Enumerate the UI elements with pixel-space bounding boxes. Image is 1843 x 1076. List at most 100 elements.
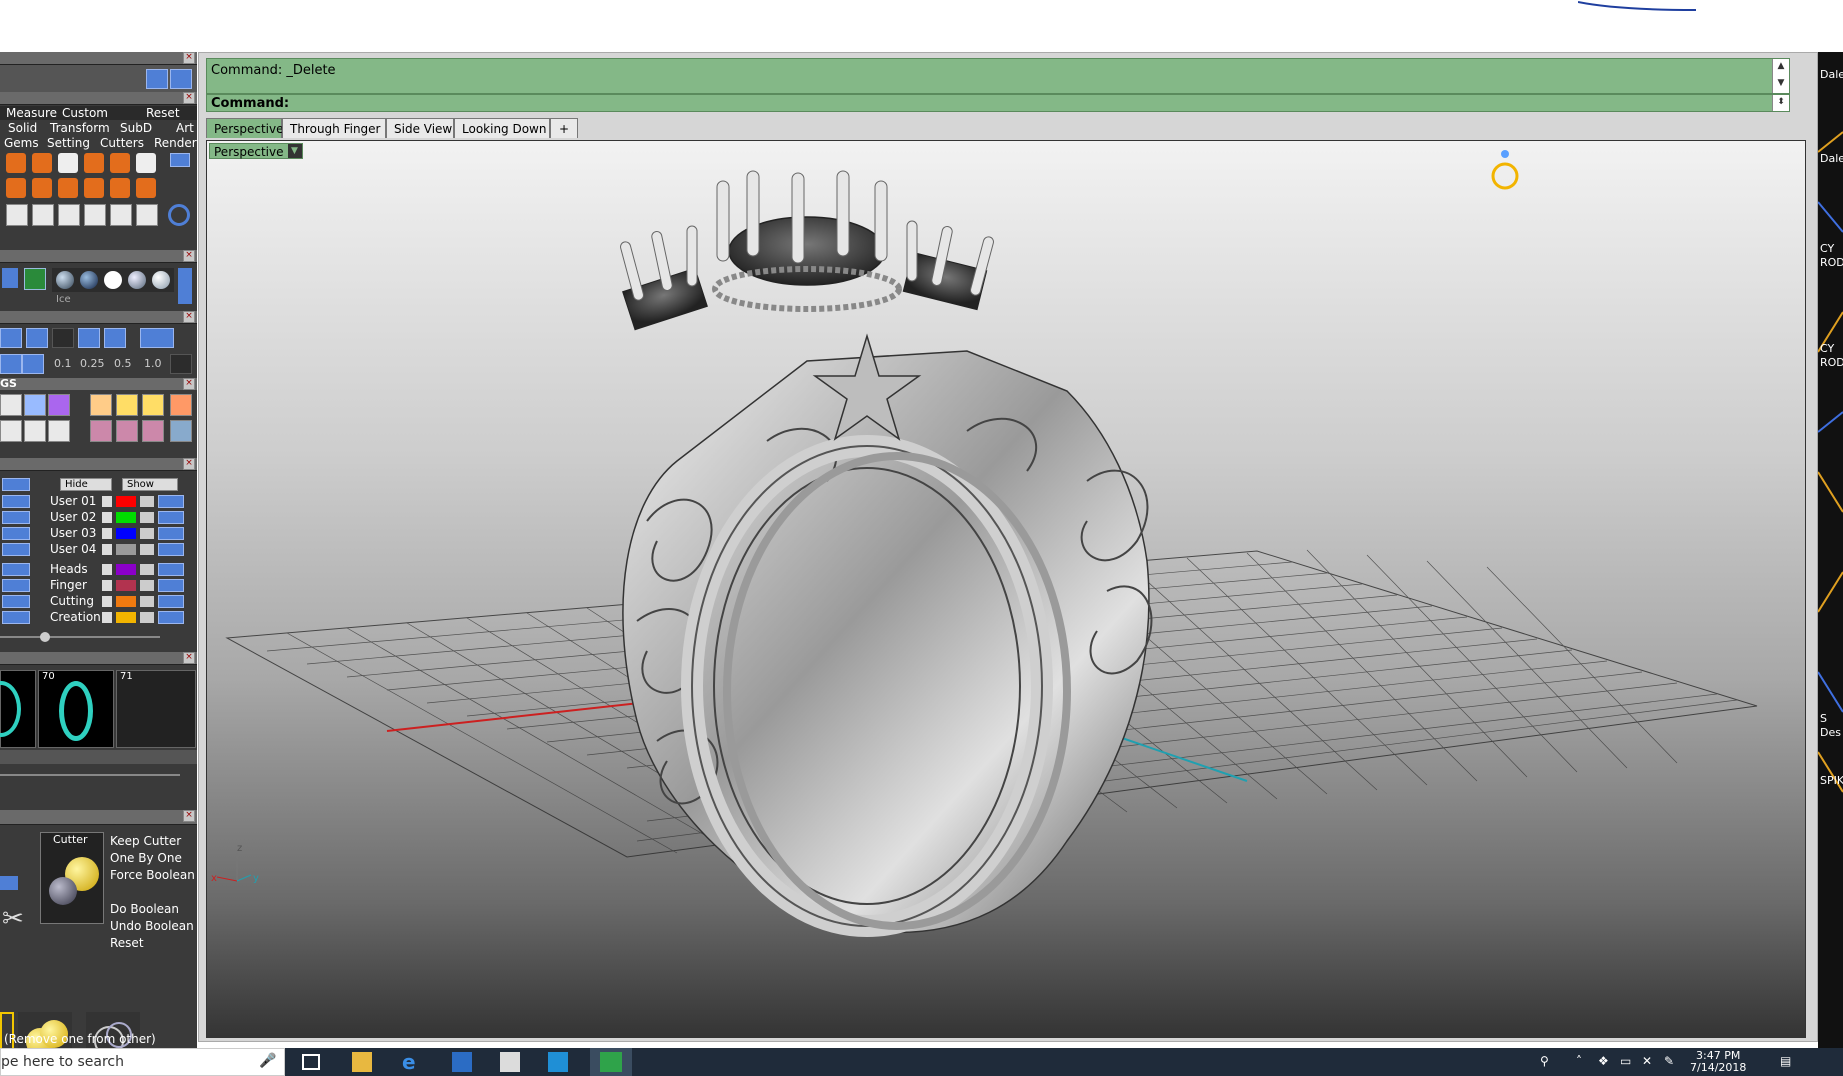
lock-icon[interactable] bbox=[140, 496, 154, 507]
layer-color-swatch[interactable] bbox=[116, 528, 136, 539]
tab-through-finger[interactable]: Through Finger bbox=[282, 118, 386, 138]
desktop-icon-label[interactable]: SPIK bbox=[1820, 774, 1843, 787]
layer-row[interactable]: User 04 bbox=[0, 542, 197, 557]
layer-toggle[interactable] bbox=[158, 511, 184, 524]
network-icon[interactable]: ▭ bbox=[1620, 1054, 1631, 1068]
desktop-icon-label[interactable]: Dale bbox=[1820, 152, 1843, 165]
snap-icon[interactable] bbox=[22, 354, 44, 374]
ring-model[interactable] bbox=[619, 170, 1153, 937]
history-thumbnail[interactable] bbox=[0, 670, 36, 748]
scroll-handle-icon[interactable] bbox=[40, 632, 50, 642]
command-line[interactable]: Command: ⬍ bbox=[206, 94, 1790, 112]
system-clock[interactable]: 3:47 PM 7/14/2018 bbox=[1690, 1050, 1746, 1074]
gem-tool-icon[interactable] bbox=[116, 394, 138, 416]
tool-icon[interactable] bbox=[84, 153, 104, 173]
sphere-icon[interactable] bbox=[56, 271, 74, 289]
material-scroll[interactable] bbox=[178, 268, 192, 304]
category-subd[interactable]: SubD bbox=[120, 121, 152, 135]
expand-icon[interactable] bbox=[102, 580, 112, 591]
desktop-icon-label[interactable]: ROD bbox=[1820, 256, 1843, 269]
dropbox-icon[interactable]: ❖ bbox=[1598, 1054, 1609, 1068]
layer-color-swatch[interactable] bbox=[116, 612, 136, 623]
history-scrollbar[interactable] bbox=[0, 774, 180, 776]
desktop-icon-label[interactable]: Des bbox=[1820, 726, 1841, 739]
expand-icon[interactable] bbox=[102, 596, 112, 607]
material-icon[interactable] bbox=[24, 268, 46, 290]
tool-icon[interactable] bbox=[32, 204, 54, 226]
undo-boolean-button[interactable]: Undo Boolean bbox=[110, 919, 194, 933]
history-thumbnail[interactable]: 70 bbox=[38, 670, 114, 748]
gem-tool-icon[interactable] bbox=[142, 420, 164, 442]
history-thumbnail[interactable]: 71 bbox=[116, 670, 196, 748]
layer-color-swatch[interactable] bbox=[116, 580, 136, 591]
layer-toggle[interactable] bbox=[158, 563, 184, 576]
tool-icon[interactable] bbox=[6, 153, 26, 173]
expand-icon[interactable] bbox=[102, 528, 112, 539]
ring-icon[interactable] bbox=[1491, 150, 1519, 190]
add-tab-icon[interactable]: + bbox=[550, 118, 578, 138]
scene-canvas[interactable]: z x y bbox=[207, 141, 1805, 1037]
gem-tool-icon[interactable] bbox=[48, 420, 70, 442]
category-setting[interactable]: Setting bbox=[47, 136, 90, 150]
lock-icon[interactable] bbox=[140, 544, 154, 555]
tool-icon[interactable] bbox=[6, 178, 26, 198]
forward-arrow-icon[interactable] bbox=[170, 69, 192, 89]
snap-value[interactable]: 0.1 bbox=[54, 357, 72, 370]
tool-icon[interactable] bbox=[170, 153, 190, 167]
layer-toggle[interactable] bbox=[2, 478, 30, 491]
gem-tool-icon[interactable] bbox=[24, 394, 46, 416]
layer-row[interactable]: Creation bbox=[0, 610, 197, 625]
show-button[interactable]: Show bbox=[122, 478, 178, 491]
gem-tool-icon[interactable] bbox=[116, 420, 138, 442]
layer-toggle[interactable] bbox=[158, 595, 184, 608]
gem-tool-icon[interactable] bbox=[0, 394, 22, 416]
sphere-icon[interactable] bbox=[80, 271, 98, 289]
rhino-app-icon[interactable] bbox=[600, 1052, 622, 1072]
tool-icon[interactable] bbox=[136, 204, 158, 226]
tool-icon[interactable] bbox=[136, 153, 156, 173]
desktop-icon-label[interactable]: Dale bbox=[1820, 68, 1843, 81]
tab-perspective[interactable]: Perspective bbox=[206, 118, 284, 138]
menu-measure[interactable]: Measure bbox=[6, 106, 57, 120]
one-by-one-option[interactable]: One By One bbox=[110, 851, 182, 865]
gem-tool-icon[interactable] bbox=[24, 420, 46, 442]
snap-icon[interactable] bbox=[78, 328, 100, 348]
layer-toggle[interactable] bbox=[2, 595, 30, 608]
reset-boolean-button[interactable]: Reset bbox=[110, 936, 144, 950]
snap-icon[interactable] bbox=[0, 328, 22, 348]
layer-toggle[interactable] bbox=[2, 543, 30, 556]
close-icon[interactable]: × bbox=[183, 311, 195, 323]
gem-tool-icon[interactable] bbox=[0, 420, 22, 442]
expand-icon[interactable] bbox=[102, 564, 112, 575]
material-icon[interactable] bbox=[2, 268, 18, 288]
scroll-up-icon[interactable]: ▲ bbox=[1772, 59, 1789, 76]
sphere-icon[interactable] bbox=[104, 271, 122, 289]
sphere-icon[interactable] bbox=[128, 271, 146, 289]
tool-icon[interactable] bbox=[58, 178, 78, 198]
layer-row[interactable]: User 03 bbox=[0, 526, 197, 541]
close-icon[interactable]: × bbox=[183, 52, 195, 64]
lock-icon[interactable] bbox=[140, 612, 154, 623]
category-art[interactable]: Art bbox=[176, 121, 194, 135]
layer-color-swatch[interactable] bbox=[116, 564, 136, 575]
volume-icon[interactable]: ✕ bbox=[1642, 1054, 1652, 1068]
tool-icon[interactable] bbox=[136, 178, 156, 198]
material-swatches[interactable] bbox=[52, 268, 174, 292]
menu-reset[interactable]: Reset bbox=[146, 106, 180, 120]
gem-tool-icon[interactable] bbox=[170, 394, 192, 416]
snap-icon[interactable] bbox=[104, 328, 126, 348]
file-explorer-icon[interactable] bbox=[352, 1052, 372, 1072]
sphere-icon[interactable] bbox=[152, 271, 170, 289]
layer-toggle[interactable] bbox=[158, 495, 184, 508]
snap-value[interactable]: 0.25 bbox=[80, 357, 105, 370]
menu-custom[interactable]: Custom bbox=[62, 106, 108, 120]
close-icon[interactable]: × bbox=[183, 810, 195, 822]
layer-toggle[interactable] bbox=[2, 611, 30, 624]
store-icon[interactable] bbox=[452, 1052, 472, 1072]
close-icon[interactable]: × bbox=[183, 378, 195, 390]
tool-icon[interactable] bbox=[32, 153, 52, 173]
layer-row[interactable]: Finger bbox=[0, 578, 197, 593]
scissors-icon[interactable]: ✂ bbox=[2, 904, 32, 934]
layer-toggle[interactable] bbox=[2, 511, 30, 524]
search-input[interactable]: pe here to search 🎤 bbox=[0, 1048, 285, 1076]
